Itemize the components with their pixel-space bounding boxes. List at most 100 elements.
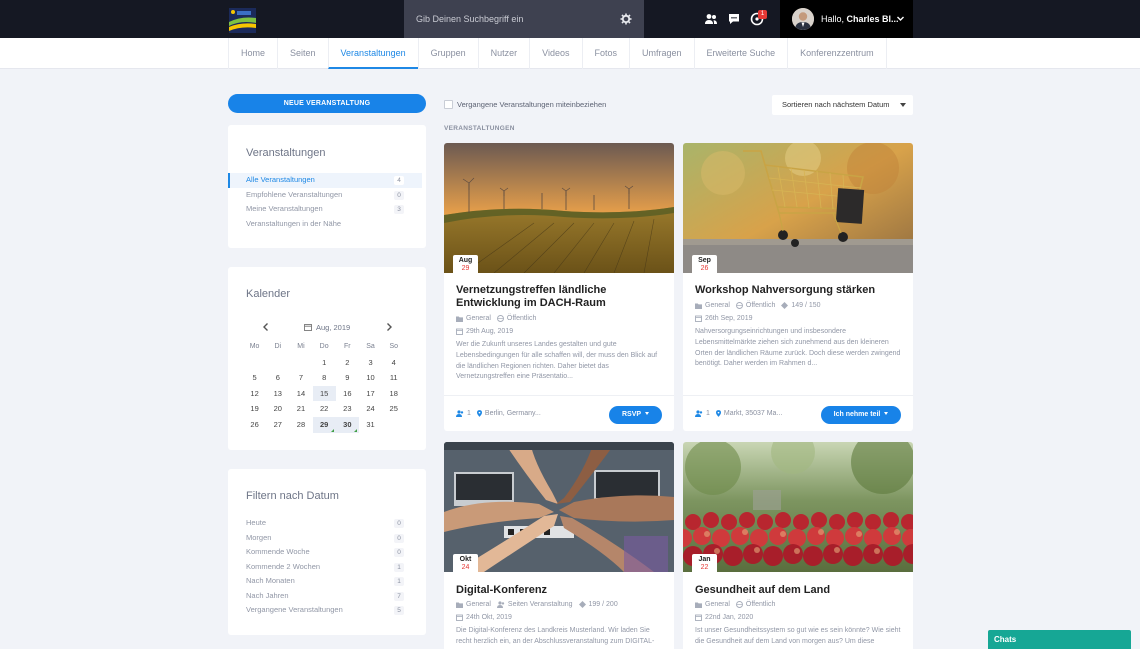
calendar-weekday: Sa <box>366 343 375 350</box>
calendar-day[interactable]: 3 <box>359 355 382 371</box>
calendar-day[interactable]: 11 <box>382 370 405 386</box>
date-filter-item[interactable]: Nach Monaten 1 <box>228 574 426 589</box>
calendar-empty-cell <box>289 355 312 371</box>
calendar-day[interactable]: 15 <box>312 385 336 402</box>
calendar-day[interactable]: 5 <box>243 370 266 386</box>
tab-nutzer[interactable]: Nutzer <box>477 38 530 69</box>
chevron-left-icon[interactable] <box>261 322 271 332</box>
calendar-icon <box>304 324 312 331</box>
calendar-day[interactable]: 19 <box>243 401 266 417</box>
past-events-checkbox[interactable] <box>444 100 453 109</box>
calendar-weekday: Do <box>319 343 329 350</box>
site-logo[interactable] <box>229 8 256 33</box>
filter-label: Meine Veranstaltungen <box>246 204 323 213</box>
calendar-day[interactable]: 12 <box>243 386 266 402</box>
event-date: 29th Aug, 2019 <box>466 328 514 335</box>
calendar-day[interactable]: 14 <box>289 386 312 402</box>
event-card[interactable]: Aug 29 Vernetzungstreffen ländliche Entwi… <box>444 143 674 431</box>
calendar-day[interactable]: 2 <box>336 355 359 371</box>
calendar-day[interactable]: 30 <box>335 416 359 433</box>
calendar-day[interactable]: 17 <box>359 386 382 402</box>
calendar-day[interactable]: 16 <box>336 386 359 402</box>
event-card[interactable]: Sep 26 Workshop Nahversorgung stärken Gen… <box>683 143 913 431</box>
event-card[interactable]: Okt 24 Digital-Konferenz General Seiten V… <box>444 442 674 649</box>
tab-videos[interactable]: Videos <box>529 38 581 69</box>
user-name: Charles Bl... <box>846 14 899 24</box>
event-title[interactable]: Gesundheit auf dem Land <box>695 584 901 597</box>
calendar-day[interactable]: 9 <box>336 370 359 386</box>
filter-nearby-events[interactable]: Veranstaltungen in der Nähe <box>228 217 426 232</box>
avatar <box>792 8 814 30</box>
event-title[interactable]: Vernetzungstreffen ländliche Entwicklung… <box>456 284 662 310</box>
calendar-day[interactable]: 7 <box>289 370 312 386</box>
filter-count: 5 <box>394 606 404 615</box>
filter-label: Kommende 2 Wochen <box>246 561 321 571</box>
calendar-day[interactable]: 23 <box>336 401 359 417</box>
event-title[interactable]: Digital-Konferenz <box>456 584 662 597</box>
calendar-icon <box>695 614 702 621</box>
calendar-day[interactable]: 6 <box>266 370 289 386</box>
calendar-day[interactable]: 25 <box>382 401 405 417</box>
calendar-day[interactable]: 13 <box>266 386 289 402</box>
filter-my-events[interactable]: Meine Veranstaltungen 3 <box>228 202 426 217</box>
calendar-day[interactable]: 27 <box>266 417 289 433</box>
calendar-day[interactable]: 8 <box>313 370 336 386</box>
event-description: Ist unser Gesundheitssystem so gut wie e… <box>695 627 901 645</box>
calendar-day[interactable]: 10 <box>359 370 382 386</box>
messages-icon[interactable] <box>727 12 741 26</box>
date-filter-item[interactable]: Vergangene Veranstaltungen 5 <box>228 603 426 618</box>
calendar-day[interactable]: 1 <box>313 355 336 371</box>
attendees-icon <box>456 410 464 417</box>
calendar-day[interactable]: 24 <box>359 401 382 417</box>
user-menu[interactable]: Hallo, Charles Bl... <box>780 0 913 38</box>
ticket-icon <box>781 302 789 309</box>
event-capacity: 199 / 200 <box>588 601 618 608</box>
gear-icon[interactable] <box>620 13 632 25</box>
date-filter-item[interactable]: Heute 0 <box>228 516 426 531</box>
new-event-button[interactable]: NEUE VERANSTALTUNG <box>228 94 426 113</box>
rsvp-button[interactable]: RSVP <box>609 406 662 424</box>
event-title[interactable]: Workshop Nahversorgung stärken <box>695 284 901 297</box>
globe-icon <box>496 315 504 322</box>
tab-veranstaltungen[interactable]: Veranstaltungen <box>327 38 418 69</box>
date-filter-item[interactable]: Kommende Woche 0 <box>228 545 426 560</box>
event-day: 26 <box>700 265 709 272</box>
calendar-day[interactable]: 20 <box>266 401 289 417</box>
calendar-weekday: Fr <box>344 343 351 350</box>
calendar-day[interactable]: 28 <box>289 417 312 433</box>
tab-erweiterte-suche[interactable]: Erweiterte Suche <box>693 38 788 69</box>
calendar-day[interactable]: 31 <box>359 417 382 433</box>
date-filter-item[interactable]: Kommende 2 Wochen 1 <box>228 560 426 575</box>
tab-home[interactable]: Home <box>228 38 277 69</box>
filter-label: Heute <box>246 518 267 527</box>
calendar-day[interactable]: 4 <box>382 355 405 371</box>
filter-featured-events[interactable]: Empfohlene Veranstaltungen 0 <box>228 188 426 203</box>
filter-all-events[interactable]: Alle Veranstaltungen 4 <box>228 173 422 188</box>
date-filter-item[interactable]: Morgen 0 <box>228 531 426 546</box>
chevron-right-icon[interactable] <box>384 322 394 332</box>
calendar-day[interactable]: 29 <box>312 416 336 433</box>
tab-fotos[interactable]: Fotos <box>581 38 630 69</box>
date-filter-item[interactable]: Nach Jahren 7 <box>228 589 426 604</box>
search-input[interactable] <box>404 0 614 38</box>
event-category: General <box>466 315 491 322</box>
tab-gruppen[interactable]: Gruppen <box>417 38 478 69</box>
sort-select[interactable]: Sortieren nach nächstem Datum <box>772 95 913 115</box>
calendar-day[interactable]: 22 <box>313 401 336 417</box>
event-location: Berlin, Germany... <box>484 410 541 417</box>
event-day: 29 <box>461 265 470 272</box>
event-image-windfarm <box>444 143 674 273</box>
tab-seiten[interactable]: Seiten <box>277 38 328 69</box>
friends-icon[interactable] <box>704 12 718 26</box>
calendar-day[interactable]: 21 <box>289 401 312 417</box>
tab-umfragen[interactable]: Umfragen <box>629 38 694 69</box>
tab-konferenzzentrum[interactable]: Konferenzzentrum <box>787 38 887 69</box>
chats-panel-toggle[interactable]: Chats <box>988 630 1131 649</box>
calendar-day[interactable]: 26 <box>243 417 266 433</box>
caret-down-icon <box>645 412 650 415</box>
event-card[interactable]: Jan 22 Gesundheit auf dem Land General Öf… <box>683 442 913 649</box>
calendar-day[interactable]: 18 <box>382 386 405 402</box>
calendar-icon <box>456 328 463 335</box>
chevron-down-icon[interactable] <box>896 14 905 23</box>
attend-button[interactable]: Ich nehme teil <box>821 406 901 424</box>
